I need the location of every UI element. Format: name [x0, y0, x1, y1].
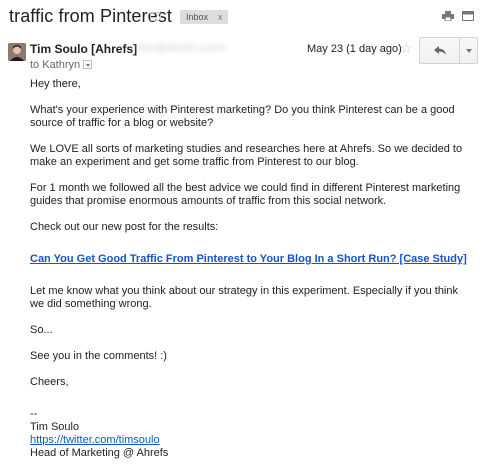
signature-title: Head of Marketing @ Ahrefs	[30, 447, 169, 459]
paragraph: Check out our new post for the results:	[30, 221, 219, 233]
chevron-down-icon	[465, 48, 472, 53]
subject-bar: traffic from Pinterest Inbox x	[0, 0, 488, 34]
caret-down-icon[interactable]	[83, 59, 93, 69]
paragraph: Let me know what you think about our str…	[30, 285, 458, 310]
paragraph: See you in the comments! :)	[30, 350, 167, 362]
paragraph: We LOVE all sorts of marketing studies a…	[30, 143, 463, 168]
sender-avatar[interactable]	[8, 43, 26, 61]
recipient-text: to Kathryn	[30, 59, 81, 71]
paragraph: Cheers,	[30, 376, 69, 388]
case-study-link[interactable]: Can You Get Good Traffic From Pinterest …	[30, 253, 467, 265]
inbox-label-text: Inbox	[186, 12, 209, 22]
new-window-icon[interactable]	[462, 11, 474, 21]
star-icon[interactable]: ☆	[400, 41, 413, 55]
paragraph: For 1 month we followed all the best adv…	[30, 182, 461, 207]
inbox-label-chip[interactable]: Inbox x	[180, 10, 228, 24]
reply-button-group	[419, 37, 478, 64]
signature-name: Tim Soulo	[30, 421, 80, 433]
print-icon[interactable]	[442, 11, 454, 21]
sender-name[interactable]: Tim Soulo [Ahrefs]	[30, 42, 137, 56]
remove-label-button[interactable]: x	[218, 12, 223, 22]
signature-dashes: --	[30, 408, 38, 420]
paragraph: So...	[30, 324, 53, 336]
more-options-button[interactable]	[460, 38, 477, 63]
recipient-line: to Kathryn	[30, 59, 93, 71]
reply-arrow-icon	[433, 46, 446, 55]
sender-email: <tim@ahrefs.com>	[134, 42, 228, 54]
message-body: Hey there, What's your experience with P…	[30, 78, 470, 460]
twitter-link[interactable]: https://twitter.com/timsoulo	[30, 434, 160, 446]
label-tag-icon[interactable]	[150, 12, 161, 21]
paragraph: What's your experience with Pinterest ma…	[30, 104, 455, 129]
email-subject: traffic from Pinterest	[9, 6, 172, 26]
greeting: Hey there,	[30, 78, 81, 90]
message-date: May 23 (1 day ago)	[307, 43, 402, 55]
reply-button[interactable]	[420, 38, 460, 63]
